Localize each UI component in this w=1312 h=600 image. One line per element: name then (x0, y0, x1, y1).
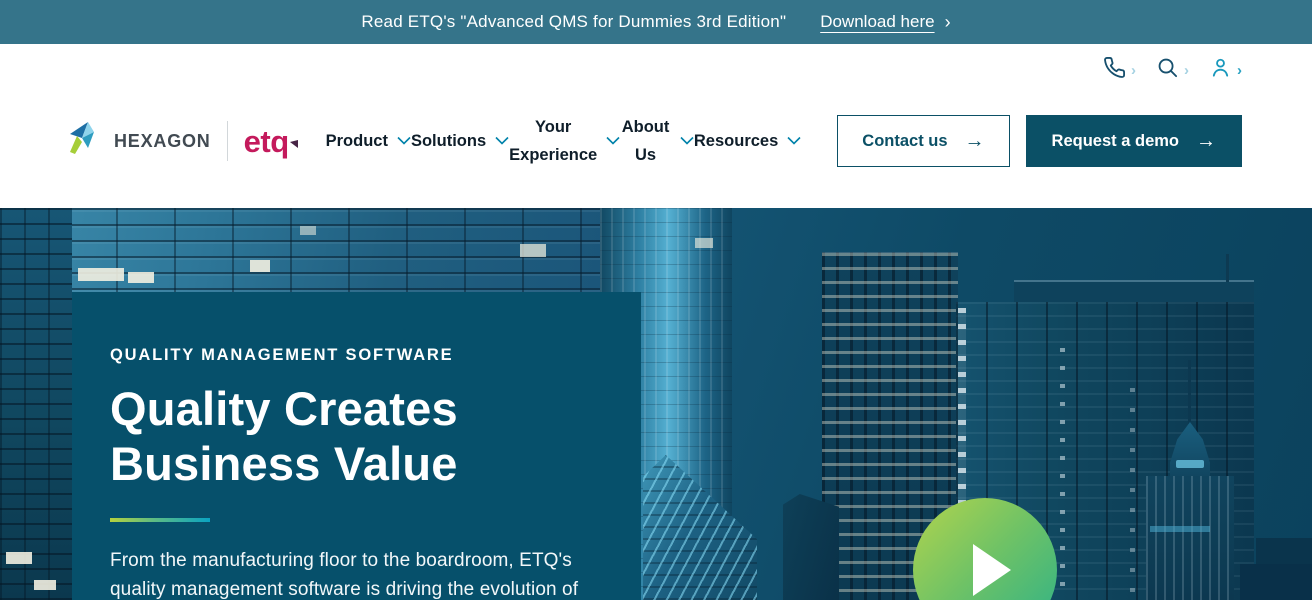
nav-item-product[interactable]: Product (326, 127, 411, 155)
hero-paragraph-line: From the manufacturing floor to the boar… (110, 547, 601, 576)
lit-window (78, 268, 124, 281)
hero-background-building (1176, 460, 1204, 468)
etq-wordmark: etq (244, 126, 298, 157)
nav-label: Your Experience (509, 113, 597, 169)
nav-label: Product (326, 127, 388, 155)
hero-heading-line: Quality Creates (110, 381, 601, 436)
hero-background-building (1146, 476, 1234, 600)
nav-item-resources[interactable]: Resources (694, 127, 801, 155)
contact-us-label: Contact us (862, 132, 947, 151)
nav-item-solutions[interactable]: Solutions (411, 127, 509, 155)
hero-overlay-panel: QUALITY MANAGEMENT SOFTWARE Quality Crea… (72, 292, 641, 600)
hero-heading: Quality Creates Business Value (110, 381, 601, 492)
lit-window (250, 260, 270, 272)
announcement-banner: Read ETQ's "Advanced QMS for Dummies 3rd… (0, 0, 1312, 44)
chevron-down-icon (606, 132, 620, 150)
hexagon-etq-logo[interactable]: HEXAGON etq (68, 121, 298, 161)
request-demo-label: Request a demo (1052, 132, 1179, 151)
hero-section: QUALITY MANAGEMENT SOFTWARE Quality Crea… (0, 208, 1312, 600)
chevron-down-icon (397, 132, 411, 150)
request-demo-button[interactable]: Request a demo → (1026, 115, 1242, 167)
chevron-down-icon (787, 132, 801, 150)
arrow-right-icon: → (1196, 131, 1216, 151)
gradient-rule (110, 518, 210, 522)
header-cta-group: Contact us → Request a demo → (837, 115, 1242, 167)
hexagon-logo-icon (68, 122, 104, 161)
hero-background-building (1150, 526, 1210, 532)
hero-heading-line: Business Value (110, 436, 601, 491)
banner-text: Read ETQ's "Advanced QMS for Dummies 3rd… (361, 12, 786, 32)
lit-window (300, 226, 316, 235)
lit-window (695, 238, 713, 248)
arrow-right-icon: → (965, 131, 985, 151)
header-main-row: HEXAGON etq Product Solutions Your Exper… (68, 74, 1242, 208)
main-nav: Product Solutions Your Experience About … (326, 113, 802, 169)
hero-background-building (1060, 348, 1065, 598)
hero-background-building (783, 494, 839, 600)
nav-label: Solutions (411, 127, 486, 155)
lit-window (128, 272, 154, 283)
site-header: › › › (0, 44, 1312, 208)
hero-paragraph: From the manufacturing floor to the boar… (110, 547, 601, 600)
download-here-link[interactable]: Download here (820, 12, 934, 32)
chevron-right-icon: › (945, 13, 951, 31)
hero-background-building (1240, 564, 1312, 600)
hero-background-building (1014, 280, 1254, 304)
lit-window (520, 244, 546, 257)
etq-homepage: Read ETQ's "Advanced QMS for Dummies 3rd… (0, 0, 1312, 600)
chevron-down-icon (680, 132, 694, 150)
nav-label: About Us (620, 113, 671, 169)
lit-window (6, 552, 32, 564)
play-icon (973, 544, 1011, 596)
hero-background-building (1188, 360, 1191, 424)
nav-item-about-us[interactable]: About Us (620, 113, 694, 169)
logo-divider (227, 121, 228, 161)
nav-item-your-experience[interactable]: Your Experience (509, 113, 620, 169)
hexagon-wordmark: HEXAGON (114, 131, 211, 152)
nav-label: Resources (694, 127, 778, 155)
chevron-down-icon (495, 132, 509, 150)
lit-window (34, 580, 56, 590)
hero-background-building (0, 208, 72, 600)
contact-us-button[interactable]: Contact us → (837, 115, 1009, 167)
hero-background-building (1226, 254, 1229, 282)
hero-background-building (0, 208, 600, 294)
hero-eyebrow: QUALITY MANAGEMENT SOFTWARE (110, 346, 601, 365)
hero-paragraph-line: quality management software is driving t… (110, 576, 601, 600)
etq-logo-mark-icon (290, 123, 299, 154)
hero-background-building (1130, 388, 1135, 600)
